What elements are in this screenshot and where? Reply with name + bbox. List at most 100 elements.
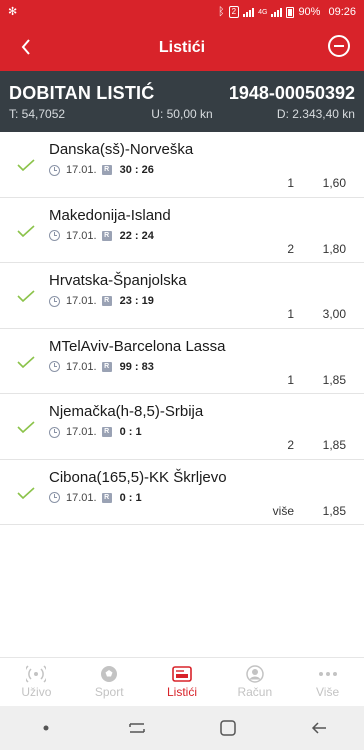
match-meta: 17.01. R 0 : 1 [49,492,142,504]
check-icon [17,224,35,237]
nav-item-sport[interactable]: Sport [73,658,146,706]
match-meta: 17.01. R 0 : 1 [49,426,142,438]
bet-odd: 3,00 [322,307,346,321]
match-date: 17.01. [66,164,97,176]
check-icon [17,159,35,172]
stake: U: 50,00 kn [151,107,213,121]
recent-apps-button[interactable] [117,713,157,743]
payout: D: 2.343,40 kn [276,107,355,121]
check-icon [17,355,35,368]
bet-row[interactable]: Hrvatska-Španjolska 17.01. R 23 : 19 1 3… [0,263,364,329]
bet-row[interactable]: MTelAviv-Barcelona Lassa 17.01. R 99 : 8… [0,329,364,394]
bet-odd: 1,85 [322,372,346,387]
clock-time: 09:26 [328,6,356,18]
nav-item-account[interactable]: Račun [218,658,291,706]
home-icon [219,720,236,736]
match-date: 17.01. [66,491,97,504]
nav-item-live[interactable]: Uživo [0,658,73,706]
ticket-icon [172,665,192,683]
bottom-nav: Uživo Sport Listići Račun Više [0,657,364,706]
battery-icon [286,6,295,18]
match-date: 17.01. [66,295,97,307]
app-header: Listići [0,24,364,71]
ball-icon [99,665,119,683]
signal-icon [243,7,255,17]
bet-tip: 1 [287,372,294,387]
result-badge: R [101,492,112,503]
match-meta: 17.01. R 30 : 26 [49,164,154,176]
page-title: Listići [158,38,206,56]
bet-tip: više [272,503,294,518]
match-name: Makedonija-Island [49,206,171,224]
nav-item-more[interactable]: Više [291,658,364,706]
system-dot-button[interactable] [26,713,66,743]
sim-badge: 2 [228,6,240,18]
ticket-summary: DOBITAN LISTIĆ 1948-00050392 T: 54,7052 … [0,71,364,132]
clock-icon [49,164,60,176]
bet-odd: 1,80 [322,241,346,256]
recent-apps-icon [128,723,145,733]
live-icon [26,665,47,683]
bet-tip: 1 [287,176,294,190]
clock-icon [49,361,60,372]
minus-circle-button[interactable] [328,35,350,57]
account-icon [245,665,265,683]
match-result: 0 : 1 [119,491,142,504]
bet-odd: 1,85 [322,503,346,518]
bet-list: Danska(sš)-Norveška 17.01. R 30 : 26 1 1… [0,132,364,525]
match-result: 0 : 1 [119,426,142,438]
bet-tip: 1 [287,307,294,321]
check-icon [17,290,35,303]
ticket-code: 1948-00050392 [228,83,355,103]
nav-label: Listići [166,685,197,699]
network-type: 4G [258,8,268,16]
match-meta: 17.01. R 22 : 24 [49,230,154,242]
bet-odd: 1,85 [322,438,346,452]
match-name: Njemačka(h-8,5)-Srbija [49,403,204,420]
match-date: 17.01. [66,426,97,438]
battery-percent: 90% [298,6,321,18]
more-icon [318,665,338,683]
nav-item-tickets[interactable]: Listići [146,658,219,706]
back-arrow-icon [311,722,326,734]
signal-icon-2 [271,7,283,17]
result-badge: R [101,165,112,175]
system-nav-bar [0,706,364,750]
home-button[interactable] [208,713,248,743]
bet-tip: 2 [287,241,294,256]
bet-tip: 2 [287,438,294,452]
total-odds: T: 54,7052 [9,107,66,121]
match-meta: 17.01. R 99 : 83 [49,361,154,373]
bet-odd: 1,60 [322,176,346,190]
result-badge: R [101,230,112,241]
check-icon [17,486,35,499]
system-back-button[interactable] [299,713,339,743]
match-name: MTelAviv-Barcelona Lassa [49,337,226,355]
bet-row[interactable]: Cibona(165,5)-KK Škrljevo 17.01. R 0 : 1… [0,460,364,525]
result-badge: R [101,361,112,372]
match-date: 17.01. [66,360,97,373]
match-result: 22 : 24 [119,229,154,242]
ticket-status: DOBITAN LISTIĆ [9,83,155,103]
check-icon [17,421,35,434]
bet-row[interactable]: Njemačka(h-8,5)-Srbija 17.01. R 0 : 1 2 … [0,394,364,460]
match-date: 17.01. [66,229,97,242]
nav-label: Više [316,685,340,699]
dot-icon [43,725,48,731]
match-result: 30 : 26 [119,164,154,176]
clock-icon [49,492,60,503]
match-meta: 17.01. R 23 : 19 [49,295,154,307]
result-badge: R [101,296,112,306]
match-name: Danska(sš)-Norveška [49,141,194,158]
clock-icon [49,426,60,438]
snowflake-icon: ✻ [8,5,18,18]
back-button[interactable] [14,35,38,59]
nav-label: Sport [94,685,124,699]
bet-row[interactable]: Danska(sš)-Norveška 17.01. R 30 : 26 1 1… [0,132,364,198]
match-name: Hrvatska-Španjolska [49,272,187,289]
bet-row[interactable]: Makedonija-Island 17.01. R 22 : 24 2 1,8… [0,198,364,263]
bluetooth-icon: ᛒ [218,5,225,18]
clock-icon [49,230,60,241]
status-bar: ✻ ᛒ 2 4G 90% 09:26 [0,0,364,24]
match-result: 99 : 83 [119,360,154,373]
